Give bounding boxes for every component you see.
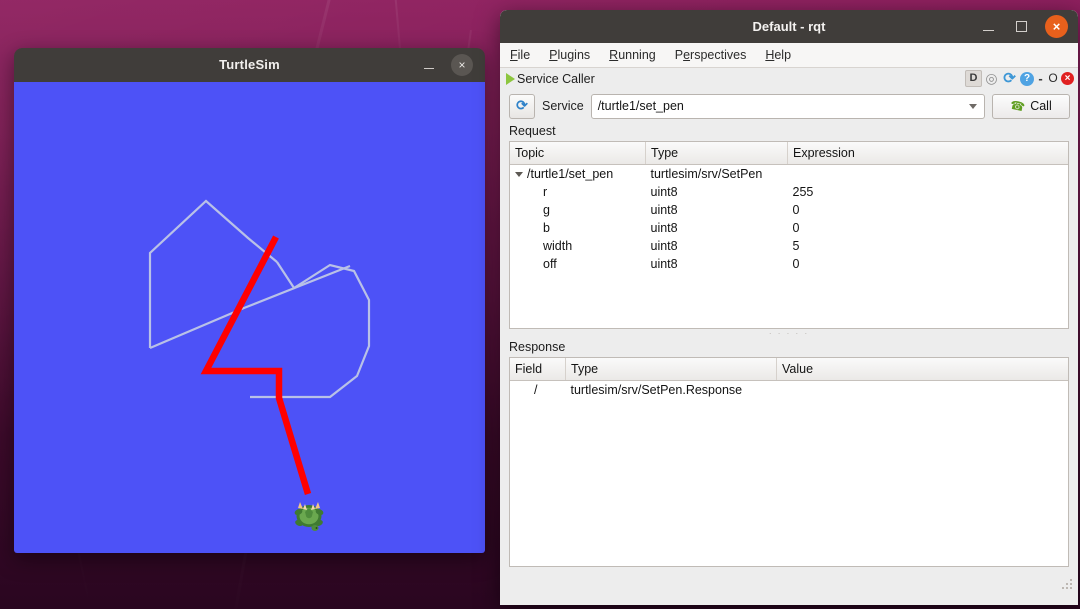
turtle-path-drawing [148, 199, 371, 495]
table-row[interactable]: width uint8 5 [510, 237, 1068, 255]
panel-icon-group: D ◎ ⟳ ? - O × [965, 70, 1074, 87]
column-header-type[interactable]: Type [645, 142, 788, 165]
row-type: turtlesim/srv/SetPen [650, 167, 763, 181]
request-table-header: Topic Type Expression [510, 142, 1068, 165]
table-row[interactable]: /turtle1/set_pen turtlesim/srv/SetPen [510, 165, 1068, 184]
row-type: uint8 [650, 221, 678, 235]
menubar: File Plugins Running Perspectives Help [500, 43, 1078, 68]
service-combobox[interactable]: /turtle1/set_pen [590, 93, 985, 119]
service-input[interactable]: /turtle1/set_pen [598, 99, 684, 113]
settings-gear-icon[interactable]: ◎ [983, 70, 1000, 87]
row-value [777, 381, 1069, 400]
row-topic: off [543, 257, 557, 271]
chevron-down-icon[interactable] [515, 172, 523, 178]
row-field: / [534, 383, 538, 397]
help-icon[interactable]: ? [1020, 71, 1034, 86]
column-header-value[interactable]: Value [776, 358, 1068, 381]
turtlesim-titlebar[interactable]: TurtleSim × [14, 48, 485, 82]
response-section-label: Response [500, 338, 1078, 357]
row-expression[interactable]: 0 [788, 219, 1069, 237]
menu-file[interactable]: File [509, 46, 531, 64]
desktop-background: TurtleSim × Default - rqt × File Plugins… [0, 0, 1080, 609]
panel-splitter[interactable]: · · · · · [500, 329, 1078, 338]
close-icon[interactable]: × [1045, 15, 1068, 38]
service-caller-panel-header: Service Caller D ◎ ⟳ ? - O × [500, 68, 1078, 90]
column-header-field[interactable]: Field [510, 358, 566, 381]
menu-running[interactable]: Running [608, 46, 657, 64]
rqt-titlebar[interactable]: Default - rqt × [500, 10, 1078, 43]
row-expression[interactable] [788, 165, 1069, 184]
row-topic: /turtle1/set_pen [510, 165, 646, 184]
call-button[interactable]: ☎ Call [992, 93, 1070, 119]
menu-perspectives[interactable]: Perspectives [674, 46, 748, 64]
dock-icon[interactable]: D [965, 70, 982, 87]
row-topic: b [543, 221, 550, 235]
row-type: uint8 [650, 257, 678, 271]
row-expression[interactable]: 255 [788, 183, 1069, 201]
menu-plugins[interactable]: Plugins [548, 46, 591, 64]
row-expression[interactable]: 0 [788, 255, 1069, 273]
close-icon[interactable]: × [451, 54, 473, 76]
row-type: uint8 [650, 203, 678, 217]
turtlesim-window[interactable]: TurtleSim × [14, 48, 485, 553]
refresh-services-icon[interactable]: ⟳ [509, 93, 535, 119]
chevron-down-icon[interactable] [969, 103, 977, 109]
minimize-icon[interactable] [421, 57, 437, 73]
request-section-label: Request [500, 122, 1078, 141]
call-button-label: Call [1030, 99, 1052, 113]
rqt-window[interactable]: Default - rqt × File Plugins Running Per… [500, 10, 1078, 605]
row-topic-label: /turtle1/set_pen [527, 167, 614, 181]
rqt-statusbar [500, 567, 1078, 593]
row-expression[interactable]: 5 [788, 237, 1069, 255]
table-row[interactable]: r uint8 255 [510, 183, 1068, 201]
table-row[interactable]: g uint8 0 [510, 201, 1068, 219]
turtle-sprite-active [294, 502, 324, 531]
row-expression[interactable]: 0 [788, 201, 1069, 219]
resize-grip-icon[interactable] [1062, 579, 1074, 591]
column-header-expression[interactable]: Expression [787, 142, 1068, 165]
column-header-type[interactable]: Type [565, 358, 777, 381]
maximize-icon[interactable] [1012, 17, 1031, 36]
turtlesim-window-title: TurtleSim [219, 57, 280, 72]
row-topic: width [543, 239, 573, 253]
play-arrow-icon [506, 73, 515, 85]
row-topic: g [543, 203, 550, 217]
row-topic: r [543, 185, 548, 199]
menu-help[interactable]: Help [764, 46, 792, 64]
reload-icon[interactable]: ⟳ [1001, 70, 1018, 87]
turtlesim-canvas[interactable] [14, 82, 485, 553]
response-table[interactable]: Field Type Value / turtlesim/srv/SetPen.… [509, 357, 1069, 567]
row-type: uint8 [650, 239, 678, 253]
minimize-panel-icon[interactable]: - [1035, 70, 1046, 87]
panel-title: Service Caller [517, 72, 595, 86]
row-type: uint8 [650, 185, 678, 199]
table-row[interactable]: / turtlesim/srv/SetPen.Response [510, 381, 1068, 400]
service-label: Service [542, 99, 584, 113]
table-row[interactable]: b uint8 0 [510, 219, 1068, 237]
response-table-header: Field Type Value [510, 358, 1068, 381]
column-header-topic[interactable]: Topic [510, 142, 646, 165]
close-panel-icon[interactable]: × [1061, 72, 1074, 85]
float-panel-icon[interactable]: O [1047, 70, 1059, 87]
minimize-icon[interactable] [979, 17, 998, 36]
table-row[interactable]: off uint8 0 [510, 255, 1068, 273]
request-table[interactable]: Topic Type Expression /turtle1/set_pen t… [509, 141, 1069, 329]
service-selection-bar: ⟳ Service /turtle1/set_pen ☎ Call [500, 90, 1078, 122]
row-type: turtlesim/srv/SetPen.Response [570, 383, 743, 397]
phone-icon: ☎ [1008, 97, 1027, 115]
